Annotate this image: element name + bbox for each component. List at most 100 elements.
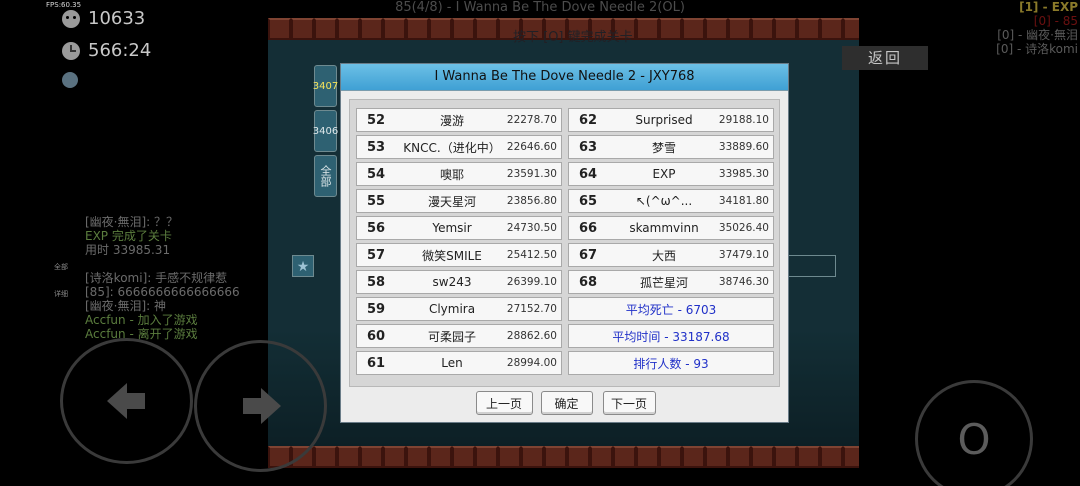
entry-time: 33889.60	[718, 141, 769, 153]
entry-name: Yemsir	[432, 221, 472, 235]
chat-line: [幽夜·無泪]: ？？	[85, 215, 179, 229]
stage-title: 85(4/8) - I Wanna Be The Dove Needle 2(O…	[395, 0, 685, 15]
confirm-button[interactable]: 确定	[540, 391, 593, 415]
entry-name: Clymira	[428, 302, 476, 316]
arrow-left-icon	[106, 383, 147, 419]
entry-time: 35026.40	[718, 222, 769, 234]
entry-time: 26399.10	[506, 276, 557, 288]
leaderboard-entry: 66 skammvinn 35026.40	[568, 216, 774, 240]
jump-button-label: O	[957, 414, 991, 464]
back-button[interactable]: 返回	[842, 46, 928, 70]
entry-rank: 57	[367, 247, 386, 263]
tab-3407[interactable]: 3407	[313, 65, 338, 107]
orb-icon	[62, 72, 78, 88]
entry-name: 梦雪	[651, 140, 676, 155]
entry-time: 23856.80	[506, 195, 557, 207]
entry-time: 28994.00	[506, 357, 557, 369]
average-deaths-stat: 平均死亡 - 6703	[568, 297, 774, 321]
entry-name: KNCC.（进化中）	[403, 140, 501, 155]
leaderboard-entry: 54 噢耶 23591.30	[356, 162, 562, 186]
tab-all-label: 全部	[319, 165, 332, 187]
entry-name: Len	[441, 356, 463, 370]
leaderboard-entry: 61 Len 28994.00	[356, 351, 562, 375]
entry-name: 漫天星河	[427, 194, 476, 209]
arrow-right-icon	[241, 388, 281, 424]
player-list-item: [1] - EXP	[1019, 0, 1078, 14]
entry-rank: 59	[367, 301, 386, 317]
chat-line: [幽夜·無泪]: 神	[85, 299, 167, 313]
chat-log: [幽夜·無泪]: ？？ EXP 完成了关卡 用时 33985.31 [诗洛kom…	[85, 215, 240, 341]
move-left-button[interactable]	[60, 338, 193, 464]
leaderboard-body: 52 漫游 22278.70 53 KNCC.（进化中） 22646.60 54 噢耶 23…	[349, 99, 780, 387]
dialog-title: I Wanna Be The Dove Needle 2 - JXY768	[341, 64, 788, 91]
ranked-players-stat: 排行人数 - 93	[568, 351, 774, 375]
star-icon[interactable]: ★	[292, 255, 314, 277]
entry-rank: 58	[367, 274, 386, 290]
chat-line: [85]: 6666666666666666	[85, 285, 240, 299]
jump-button[interactable]: O	[915, 380, 1033, 486]
entry-time: 22278.70	[506, 114, 557, 126]
entry-name: Surprised	[635, 113, 693, 127]
leaderboard-entry: 64 EXP 33985.30	[568, 162, 774, 186]
leaderboard-dialog: I Wanna Be The Dove Needle 2 - JXY768 52…	[340, 63, 789, 423]
entry-rank: 68	[579, 274, 598, 290]
entry-name: EXP	[652, 167, 676, 181]
move-right-button[interactable]	[194, 340, 327, 472]
entry-time: 37479.10	[718, 249, 769, 261]
entry-rank: 62	[579, 112, 598, 128]
tab-3406[interactable]: 3406	[313, 110, 338, 152]
average-time-stat: 平均时间 - 33187.68	[568, 324, 774, 348]
entry-name: ↖(^ω^...	[635, 194, 693, 208]
player-list-item: [0] - 幽夜·無泪	[997, 28, 1078, 42]
chat-line: EXP 完成了关卡	[85, 229, 172, 243]
entry-time: 29188.10	[718, 114, 769, 126]
entry-rank: 65	[579, 193, 598, 209]
entry-time: 22646.60	[506, 141, 557, 153]
leaderboard-entry: 56 Yemsir 24730.50	[356, 216, 562, 240]
entry-rank: 52	[367, 112, 386, 128]
leaderboard-entry: 59 Clymira 27152.70	[356, 297, 562, 321]
entry-name: skammvinn	[629, 221, 699, 235]
leaderboard-entry: 63 梦雪 33889.60	[568, 135, 774, 159]
entry-rank: 53	[367, 139, 386, 155]
chat-tab-all[interactable]: 全部	[54, 262, 68, 272]
tab-all[interactable]: 全部	[314, 155, 337, 197]
entry-rank: 56	[367, 220, 386, 236]
entry-name: 大西	[651, 248, 676, 263]
chat-line: Accfun - 离开了游戏	[85, 327, 198, 341]
entry-name: 微笑SMILE	[422, 248, 482, 263]
leaderboard-entry: 62 Surprised 29188.10	[568, 108, 774, 132]
time-counter: 566:24	[62, 40, 151, 61]
leaderboard-entry: 60 可柔园子 28862.60	[356, 324, 562, 348]
entry-rank: 54	[367, 166, 386, 182]
clock-icon	[62, 41, 80, 60]
entry-name: 噢耶	[439, 167, 464, 182]
leaderboard-entry: 58 sw243 26399.10	[356, 270, 562, 294]
entry-rank: 67	[579, 247, 598, 263]
next-page-button[interactable]: 下一页	[602, 391, 656, 415]
entry-time: 25412.50	[506, 249, 557, 261]
entry-rank: 63	[579, 139, 598, 155]
entry-rank: 64	[579, 166, 598, 182]
entry-time: 33985.30	[718, 168, 769, 180]
entry-rank: 60	[367, 328, 386, 344]
player-list-item: [0] - 诗洛komi	[996, 42, 1078, 56]
leaderboard-entry: 67 大西 37479.10	[568, 243, 774, 267]
chat-line: Accfun - 加入了游戏	[85, 313, 198, 327]
player-list: [1] - EXP [0] - 85 [0] - 幽夜·無泪 [0] - 诗洛k…	[996, 0, 1078, 56]
entry-rank: 61	[367, 355, 386, 371]
entry-time: 23591.30	[506, 168, 557, 180]
player-list-item: [0] - 85	[1033, 14, 1078, 28]
entry-rank: 55	[367, 193, 386, 209]
entry-rank: 66	[579, 220, 598, 236]
leaderboard-entry: 53 KNCC.（进化中） 22646.60	[356, 135, 562, 159]
leaderboard-entry: 57 微笑SMILE 25412.50	[356, 243, 562, 267]
item-indicator	[62, 72, 86, 88]
leaderboard-entry: 52 漫游 22278.70	[356, 108, 562, 132]
prev-page-button[interactable]: 上一页	[475, 391, 533, 415]
chat-tab-detail[interactable]: 详细	[54, 289, 68, 299]
leaderboard-entry: 65 ↖(^ω^... 34181.80	[568, 189, 774, 213]
game-screen: 按下 [O] 键完成关卡 FPS:60.35 10633 566:24 85(4…	[0, 0, 1080, 486]
entry-time: 34181.80	[718, 195, 769, 207]
leaderboard-grid: 52 漫游 22278.70 53 KNCC.（进化中） 22646.60 54 噢耶 23…	[356, 108, 774, 375]
